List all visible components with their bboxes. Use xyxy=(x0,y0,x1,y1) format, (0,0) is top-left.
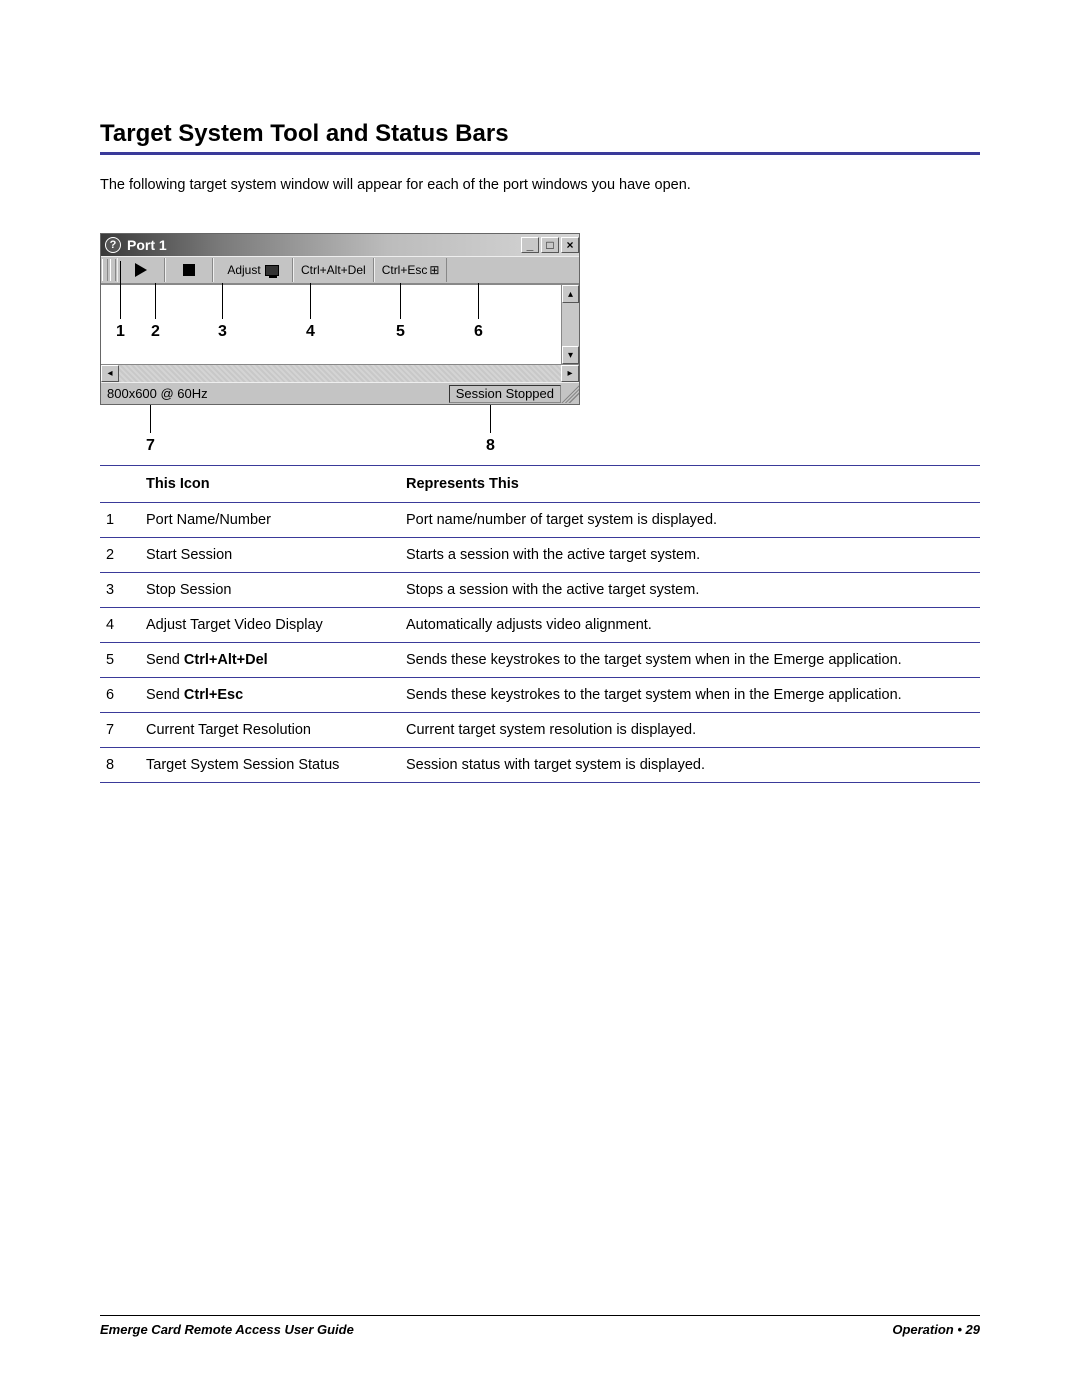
ctrl-esc-button[interactable]: Ctrl+Esc ⊞ xyxy=(374,258,448,282)
table-row: 5Send Ctrl+Alt+DelSends these keystrokes… xyxy=(100,643,980,678)
row-number: 7 xyxy=(100,713,140,748)
table-row: 4Adjust Target Video DisplayAutomaticall… xyxy=(100,608,980,643)
callout-num: 3 xyxy=(218,323,227,341)
row-number: 6 xyxy=(100,678,140,713)
row-icon-name: Current Target Resolution xyxy=(140,713,400,748)
table-row: 8Target System Session StatusSession sta… xyxy=(100,748,980,783)
toolbar-grip xyxy=(102,259,108,281)
row-icon-name: Adjust Target Video Display xyxy=(140,608,400,643)
row-number: 5 xyxy=(100,643,140,678)
row-icon-name: Send Ctrl+Alt+Del xyxy=(140,643,400,678)
table-row: 3Stop SessionStops a session with the ac… xyxy=(100,573,980,608)
scroll-left-button[interactable]: ◂ xyxy=(101,365,119,382)
row-icon-name: Port Name/Number xyxy=(140,503,400,538)
stop-session-button[interactable] xyxy=(165,258,213,282)
table-row: 6Send Ctrl+EscSends these keystrokes to … xyxy=(100,678,980,713)
row-description: Stops a session with the active target s… xyxy=(400,573,980,608)
toolbar-grip xyxy=(110,259,116,281)
row-icon-name: Stop Session xyxy=(140,573,400,608)
content-area: ▴ ▾ xyxy=(101,284,579,364)
intro-text: The following target system window will … xyxy=(100,177,980,193)
scroll-track[interactable] xyxy=(119,365,561,382)
windows-icon: ⊞ xyxy=(429,263,439,277)
row-number: 8 xyxy=(100,748,140,783)
window-title: Port 1 xyxy=(127,237,167,253)
window-titlebar: ? Port 1 _ □ × xyxy=(101,234,579,256)
footer-page-info: Operation • 29 xyxy=(892,1322,980,1337)
callout-num: 2 xyxy=(151,323,160,341)
callout-num: 8 xyxy=(486,437,495,455)
page-heading: Target System Tool and Status Bars xyxy=(100,120,980,155)
toolbar: Adjust Ctrl+Alt+Del Ctrl+Esc ⊞ xyxy=(101,256,579,284)
row-icon-name: Send Ctrl+Esc xyxy=(140,678,400,713)
row-description: Automatically adjusts video alignment. xyxy=(400,608,980,643)
callout-num: 6 xyxy=(474,323,483,341)
ctrl-esc-label: Ctrl+Esc xyxy=(382,263,428,277)
row-number: 1 xyxy=(100,503,140,538)
col-header-desc: Represents This xyxy=(400,466,980,503)
row-description: Sends these keystrokes to the target sys… xyxy=(400,643,980,678)
session-status: Session Stopped xyxy=(449,385,561,403)
app-icon: ? xyxy=(105,237,121,253)
start-session-button[interactable] xyxy=(117,258,165,282)
row-number: 2 xyxy=(100,538,140,573)
row-description: Port name/number of target system is dis… xyxy=(400,503,980,538)
scroll-up-button[interactable]: ▴ xyxy=(562,285,579,303)
monitor-icon xyxy=(265,265,279,276)
scroll-right-button[interactable]: ▸ xyxy=(561,365,579,382)
row-description: Starts a session with the active target … xyxy=(400,538,980,573)
table-row: 1Port Name/NumberPort name/number of tar… xyxy=(100,503,980,538)
footer-doc-title: Emerge Card Remote Access User Guide xyxy=(100,1322,354,1337)
resolution-status: 800x600 @ 60Hz xyxy=(101,386,449,401)
resize-grip[interactable] xyxy=(561,385,579,403)
table-row: 7Current Target ResolutionCurrent target… xyxy=(100,713,980,748)
adjust-button[interactable]: Adjust xyxy=(213,258,293,282)
table-row: 2Start SessionStarts a session with the … xyxy=(100,538,980,573)
row-description: Session status with target system is dis… xyxy=(400,748,980,783)
callout-num: 4 xyxy=(306,323,315,341)
callout-num: 1 xyxy=(116,323,125,341)
status-bar: 800x600 @ 60Hz Session Stopped xyxy=(101,382,579,404)
col-header-icon: This Icon xyxy=(140,466,400,503)
target-window: ? Port 1 _ □ × Adjust Ctrl+Alt+Del Ctrl+… xyxy=(100,233,580,405)
adjust-label: Adjust xyxy=(227,263,260,277)
icon-reference-table: This Icon Represents This 1Port Name/Num… xyxy=(100,465,980,783)
window-figure: ? Port 1 _ □ × Adjust Ctrl+Alt+Del Ctrl+… xyxy=(100,233,980,405)
row-number: 4 xyxy=(100,608,140,643)
row-number: 3 xyxy=(100,573,140,608)
close-button[interactable]: × xyxy=(561,237,579,253)
ctrl-alt-del-button[interactable]: Ctrl+Alt+Del xyxy=(293,258,374,282)
callout-num: 5 xyxy=(396,323,405,341)
scroll-down-button[interactable]: ▾ xyxy=(562,346,579,364)
horizontal-scrollbar[interactable]: ◂ ▸ xyxy=(101,364,579,382)
minimize-button[interactable]: _ xyxy=(521,237,539,253)
row-icon-name: Target System Session Status xyxy=(140,748,400,783)
maximize-button[interactable]: □ xyxy=(541,237,559,253)
vertical-scrollbar[interactable]: ▴ ▾ xyxy=(561,285,579,364)
row-description: Sends these keystrokes to the target sys… xyxy=(400,678,980,713)
row-icon-name: Start Session xyxy=(140,538,400,573)
page-footer: Emerge Card Remote Access User Guide Ope… xyxy=(100,1315,980,1337)
row-description: Current target system resolution is disp… xyxy=(400,713,980,748)
callout-num: 7 xyxy=(146,437,155,455)
